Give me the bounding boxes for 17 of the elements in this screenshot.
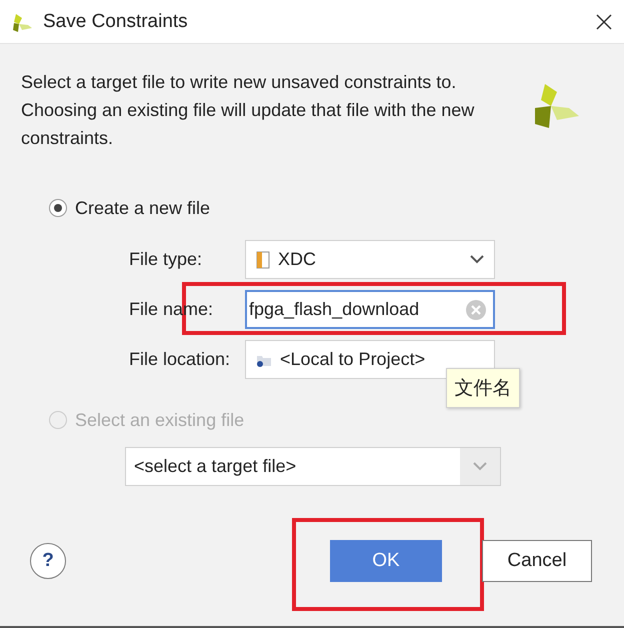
file-location-dropdown[interactable]: <Local to Project> [245, 340, 495, 379]
chevron-down-icon [473, 462, 487, 471]
chevron-down-icon [470, 255, 484, 264]
field-label: File location: [129, 349, 232, 370]
description-text: Select a target file to write new unsaved constraints to. Choosing an existing file will update that file with the new constraints. [21, 71, 476, 150]
cancel-button[interactable]: Cancel [482, 540, 592, 582]
ok-button[interactable]: OK [330, 540, 442, 582]
field-label: File type: [129, 249, 204, 270]
help-button[interactable]: ? [30, 543, 66, 579]
close-icon[interactable] [596, 14, 612, 30]
file-type-dropdown[interactable]: XDC [245, 240, 495, 279]
window-title: Save Constraints [43, 10, 189, 32]
radio-label[interactable]: Create a new file [75, 198, 210, 218]
radio-button[interactable] [49, 199, 67, 217]
file-name-field[interactable]: fpga_flash_download [245, 290, 495, 329]
file-icon [256, 250, 270, 268]
tooltip: 文件名 [446, 368, 520, 408]
